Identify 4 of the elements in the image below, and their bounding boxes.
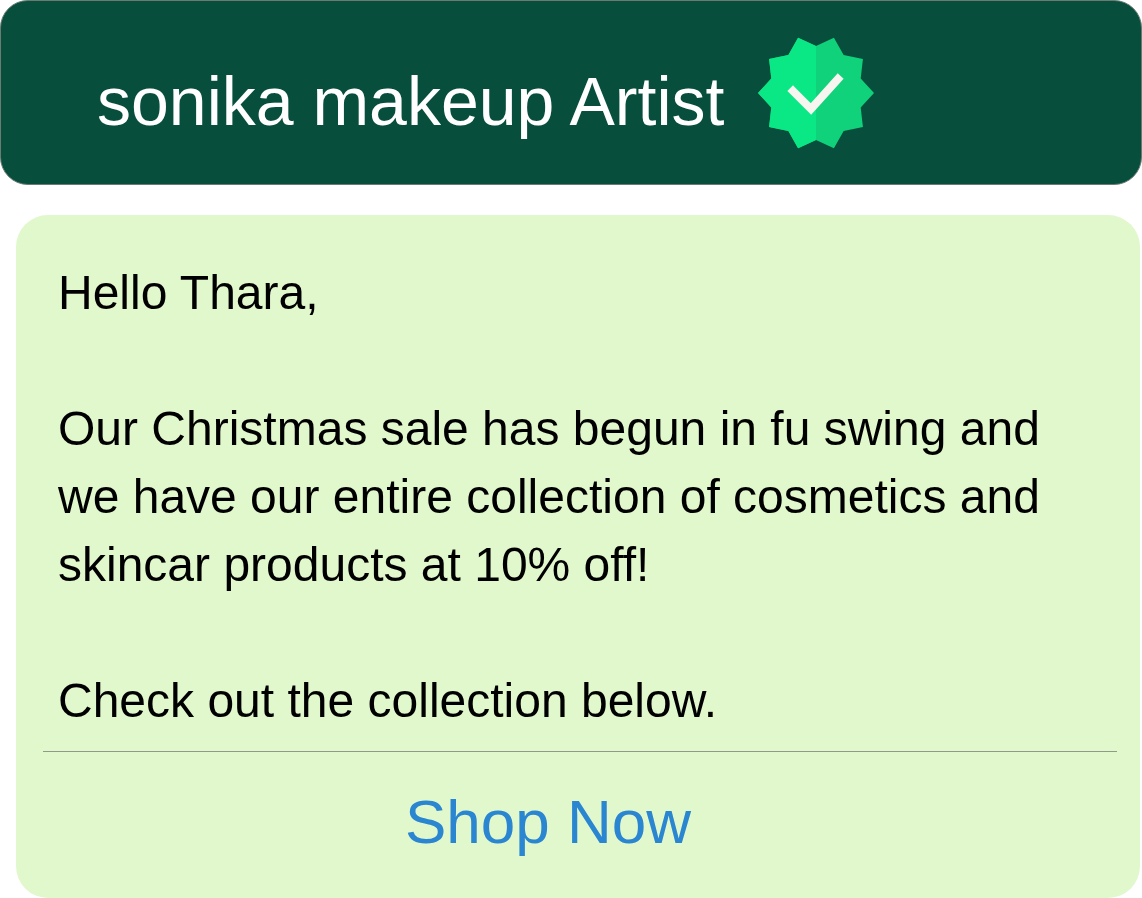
message-text: Check out the collection below.: [58, 673, 719, 729]
message-text: Hello Thara,: [58, 265, 320, 321]
message-text: Our Christmas sale has begun in fu swing and we have our entire collection of cosmetics and skincar products at 10% off!: [58, 401, 1041, 593]
shop-now-link[interactable]: Shop Now: [16, 752, 1140, 898]
